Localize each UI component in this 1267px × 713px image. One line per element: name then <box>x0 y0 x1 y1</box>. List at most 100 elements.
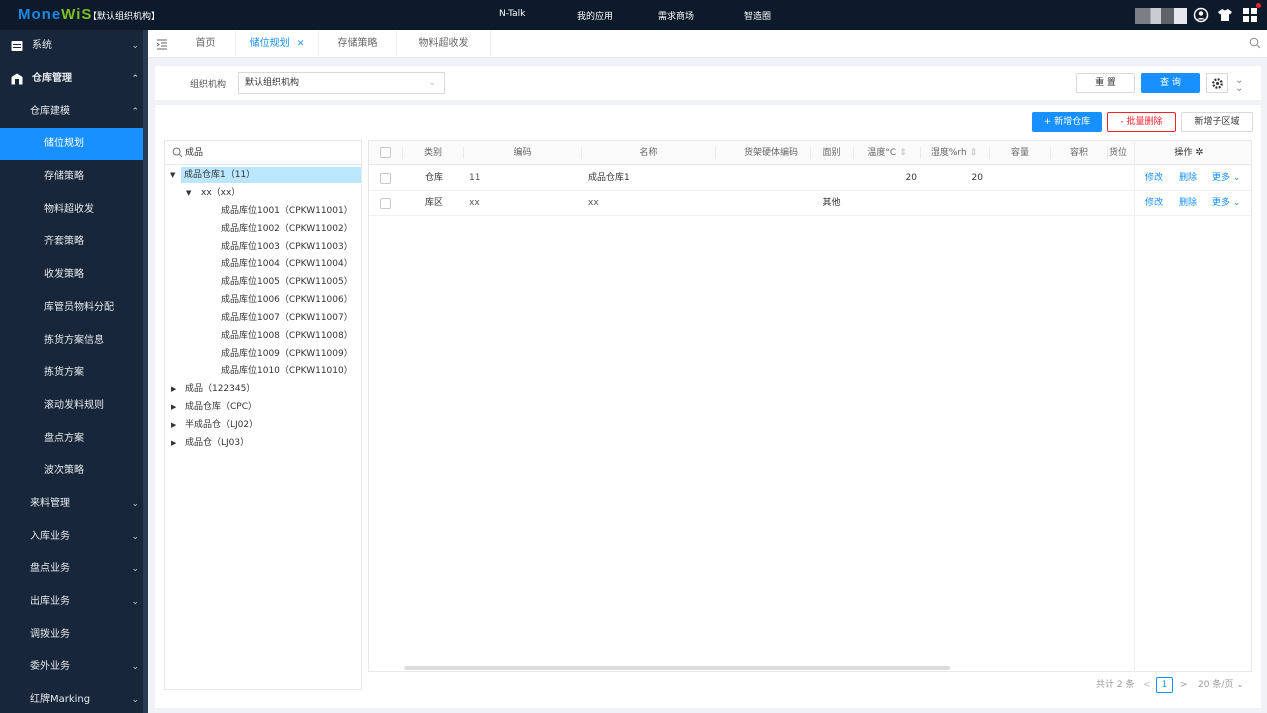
tree-node-location[interactable]: 成品库位1009（CPKW11009） <box>221 346 353 362</box>
org-name[interactable]: 【默认组织机构】 <box>88 9 160 22</box>
col-capacity[interactable]: 容量 <box>990 141 1050 165</box>
tree-node-finished[interactable]: 成品（122345） <box>185 381 255 397</box>
more-link[interactable]: 更多 ⌄ <box>1212 166 1240 191</box>
sidebar-item-kit-strategy[interactable]: 齐套策略 <box>0 226 143 258</box>
sidebar-item-picking-plan-info[interactable]: 拣货方案信息 <box>0 325 143 357</box>
tree-node-location[interactable]: 成品库位1008（CPKW11008） <box>221 328 353 344</box>
sidebar-item-storage-strategy[interactable]: 存储策略 <box>0 161 143 193</box>
nav-my-apps[interactable]: 我的应用 <box>577 9 613 22</box>
sidebar-item-red-marking[interactable]: 红牌Marking ⌄ <box>0 684 143 713</box>
sidebar-item-stocktake[interactable]: 盘点业务 ⌄ <box>0 553 143 585</box>
tree-node-location[interactable]: 成品库位1005（CPKW11005） <box>221 274 353 290</box>
tab-storage-planning[interactable]: 储位规划 ✕ <box>236 30 319 58</box>
delete-link[interactable]: 删除 <box>1179 166 1197 191</box>
settings-button[interactable] <box>1206 73 1228 93</box>
tree-search-input[interactable]: 成品 <box>165 141 361 165</box>
row-checkbox[interactable] <box>380 173 391 184</box>
apps-icon[interactable] <box>1242 7 1258 23</box>
sidebar-scrollbar[interactable] <box>143 30 148 713</box>
close-icon[interactable]: ✕ <box>297 39 305 49</box>
sidebar-item-system[interactable]: 系统 ⌄ <box>0 30 143 62</box>
add-subarea-button[interactable]: 新增子区域 <box>1181 112 1253 132</box>
search-icon[interactable] <box>1249 37 1261 49</box>
tab-over-receive[interactable]: 物料超收发 <box>397 30 491 58</box>
caret-right-icon[interactable]: ▶ <box>171 403 176 411</box>
tree-node-warehouse1[interactable]: 成品仓库1（11） <box>181 167 361 183</box>
delete-link[interactable]: 删除 <box>1179 191 1197 216</box>
select-all-checkbox[interactable] <box>380 147 391 158</box>
row-checkbox[interactable] <box>380 198 391 209</box>
caret-down-icon[interactable]: ▼ <box>186 189 191 197</box>
caret-right-icon[interactable]: ▶ <box>171 385 176 393</box>
tab-storage-strategy[interactable]: 存储策略 <box>319 30 397 58</box>
page-size-select[interactable]: 20 条/页 ⌄ <box>1198 678 1244 692</box>
edit-link[interactable]: 修改 <box>1145 191 1163 216</box>
col-temp-label: 温度°C <box>867 148 897 158</box>
nav-circle[interactable]: 智造圈 <box>744 9 771 22</box>
sidebar-item-label: 调拨业务 <box>30 629 70 640</box>
tree-node-location[interactable]: 成品库位1002（CPKW11002） <box>221 221 353 237</box>
sidebar-item-outsourcing[interactable]: 委外业务 ⌄ <box>0 651 143 683</box>
sidebar-item-keeper-allocation[interactable]: 库管员物料分配 <box>0 292 143 324</box>
col-shelf-code[interactable]: 货架硬体编码 <box>716 141 810 165</box>
sidebar-item-picking-plan[interactable]: 拣货方案 <box>0 357 143 389</box>
nav-ntalk[interactable]: N-Talk <box>499 9 525 19</box>
sidebar-item-transfer[interactable]: 调拨业务 <box>0 619 143 651</box>
col-slot[interactable]: 货位 <box>1109 141 1135 165</box>
sidebar-item-rolling-issue[interactable]: 滚动发料规则 <box>0 390 143 422</box>
col-name[interactable]: 名称 <box>582 141 715 165</box>
menu-collapse-icon[interactable] <box>156 38 168 50</box>
reset-button[interactable]: 重 置 <box>1076 73 1135 93</box>
avatar[interactable] <box>1135 8 1187 24</box>
col-volume[interactable]: 容积 <box>1051 141 1107 165</box>
tree-node-cpc[interactable]: 成品仓库（CPC） <box>185 399 257 415</box>
tree-node-lj02[interactable]: 半成品仓（LJ02） <box>185 417 258 433</box>
sidebar-item-warehouse-mgmt[interactable]: 仓库管理 ⌃ <box>0 63 143 95</box>
user-icon[interactable] <box>1193 7 1209 23</box>
col-type[interactable]: 类别 <box>403 141 463 165</box>
more-link[interactable]: 更多 ⌄ <box>1212 191 1240 216</box>
sidebar-item-storage-planning[interactable]: 储位规划 <box>0 128 143 160</box>
sidebar-item-stocktake-plan[interactable]: 盘点方案 <box>0 423 143 455</box>
tree-node-lj03[interactable]: 成品仓（LJ03） <box>185 435 249 451</box>
tree-node-location[interactable]: 成品库位1007（CPKW11007） <box>221 310 353 326</box>
tree-node-location[interactable]: 成品库位1003（CPKW11003） <box>221 239 353 255</box>
expand-icon[interactable]: ⌄ ⌄ <box>1235 76 1243 94</box>
sidebar-item-outbound[interactable]: 出库业务 ⌄ <box>0 586 143 618</box>
col-code[interactable]: 编码 <box>464 141 581 165</box>
horizontal-scrollbar[interactable] <box>404 666 950 670</box>
table-row[interactable]: 仓库 11 成品仓库1 20 20 修改 删除 更多 ⌄ <box>369 166 1251 191</box>
tree-node-location[interactable]: 成品库位1010（CPKW11010） <box>221 363 353 379</box>
tree-node-xx[interactable]: xx（xx） <box>201 185 240 201</box>
sidebar-item-inbound[interactable]: 入库业务 ⌄ <box>0 521 143 553</box>
page-number[interactable]: 1 <box>1156 677 1173 693</box>
sidebar-item-over-receive[interactable]: 物料超收发 <box>0 194 143 226</box>
sidebar-item-send-receive-strategy[interactable]: 收发策略 <box>0 259 143 291</box>
caret-right-icon[interactable]: ▶ <box>171 421 176 429</box>
sidebar-item-wave-strategy[interactable]: 波次策略 <box>0 455 143 487</box>
col-face[interactable]: 面别 <box>811 141 852 165</box>
sidebar-item-incoming[interactable]: 来料管理 ⌄ <box>0 488 143 520</box>
app-logo[interactable]: MoneWiS <box>18 6 92 23</box>
query-button[interactable]: 查 询 <box>1141 73 1200 93</box>
caret-down-icon[interactable]: ▼ <box>170 171 175 179</box>
edit-link[interactable]: 修改 <box>1145 166 1163 191</box>
batch-delete-button[interactable]: - 批量删除 <box>1107 112 1176 132</box>
col-humidity[interactable]: 湿度%rh ⇕ <box>921 141 987 165</box>
org-select[interactable]: 默认组织机构 ⌄ <box>238 72 445 94</box>
prev-page-button[interactable]: < <box>1143 678 1151 692</box>
tree-node-location[interactable]: 成品库位1006（CPKW11006） <box>221 292 353 308</box>
add-warehouse-button[interactable]: + 新增仓库 <box>1032 112 1102 132</box>
next-page-button[interactable]: > <box>1180 678 1188 692</box>
gear-icon[interactable]: ✲ <box>1195 147 1203 158</box>
tree-node-location[interactable]: 成品库位1004（CPKW11004） <box>221 256 353 272</box>
shirt-icon[interactable] <box>1217 7 1233 23</box>
col-temp[interactable]: 温度°C ⇕ <box>854 141 920 165</box>
tab-home[interactable]: 首页 <box>176 30 236 58</box>
table-row[interactable]: 库区 xx xx 其他 修改 删除 更多 ⌄ <box>369 191 1251 216</box>
nav-marketplace[interactable]: 需求商场 <box>658 9 694 22</box>
caret-right-icon[interactable]: ▶ <box>171 439 176 447</box>
tree-node-location[interactable]: 成品库位1001（CPKW11001） <box>221 203 353 219</box>
sidebar-item-warehouse-modeling[interactable]: 仓库建模 ⌃ <box>0 96 143 128</box>
notification-dot <box>1256 3 1261 8</box>
